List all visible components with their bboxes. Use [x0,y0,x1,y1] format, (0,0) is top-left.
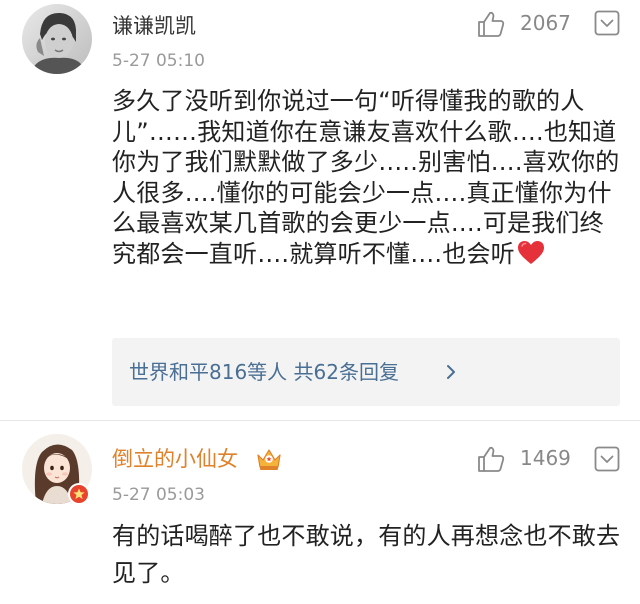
comment-text: 有的话喝醉了也不敢说，有的人再想念也不敢去见了。 [112,522,621,587]
author-name[interactable]: 倒立的小仙女 [112,446,238,472]
comment-timestamp: 5-27 05:10 [112,51,205,71]
comment-feed: 谦谦凯凯 5-27 05:10 2067 多久了没听到你说过一句“听得懂我的歌的… [0,0,640,604]
comment-menu-button[interactable] [594,10,620,36]
like-count: 2067 [520,11,571,35]
like-button[interactable]: 2067 [476,8,596,38]
comment-item: 倒立的小仙女 5-27 05:03 1469 有的话喝醉了也不敢说，有的人再想念… [0,426,640,604]
comment-item: 谦谦凯凯 5-27 05:10 2067 多久了没听到你说过一句“听得懂我的歌的… [0,0,640,414]
like-count: 1469 [520,446,571,470]
menu-down-icon [594,10,620,36]
chevron-right-icon [447,365,455,379]
thumbs-up-icon [478,446,505,472]
like-button[interactable]: 1469 [476,443,596,473]
thumbs-up-icon [478,11,505,37]
verified-badge [68,483,90,505]
comment-timestamp: 5-27 05:03 [112,485,205,505]
vip-crown-badge[interactable] [255,446,283,472]
comment-text: 多久了没听到你说过一句“听得懂我的歌的人儿”……我知道你在意谦友喜欢什么歌….也… [112,86,622,270]
avatar[interactable] [22,4,92,74]
comment-menu-button[interactable] [594,446,620,472]
reply-summary-link[interactable]: 世界和平816等人 共62条回复 [129,359,399,385]
menu-down-icon [594,446,620,472]
author-name[interactable]: 谦谦凯凯 [112,13,196,39]
avatar[interactable] [22,434,92,505]
comment-divider [0,420,640,421]
reply-summary-box[interactable]: 世界和平816等人 共62条回复 [112,338,620,406]
red-heart-emoji [517,240,544,264]
